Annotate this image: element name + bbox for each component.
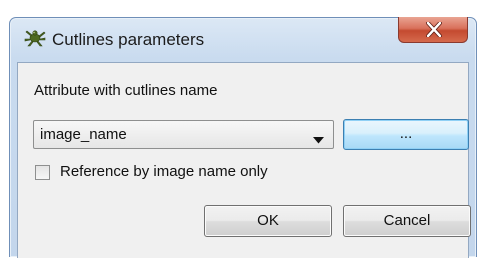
close-icon xyxy=(426,22,442,37)
dialog-window: Cutlines parameters Attribute with cutli… xyxy=(9,17,477,258)
cancel-button[interactable]: Cancel xyxy=(343,205,471,237)
reference-by-name-checkbox[interactable] xyxy=(35,165,50,180)
attribute-select-value: image_name xyxy=(40,126,127,143)
attribute-label: Attribute with cutlines name xyxy=(34,82,218,99)
close-button[interactable] xyxy=(398,17,468,43)
dialog-body: Attribute with cutlines name image_name … xyxy=(17,62,471,258)
plugin-icon xyxy=(24,28,46,48)
attribute-select[interactable]: image_name xyxy=(33,120,334,149)
chevron-down-icon xyxy=(313,131,324,149)
ok-button[interactable]: OK xyxy=(204,205,332,237)
title-bar[interactable]: Cutlines parameters xyxy=(10,17,476,54)
dialog-title: Cutlines parameters xyxy=(52,30,205,49)
reference-by-name-label[interactable]: Reference by image name only xyxy=(60,163,268,180)
browse-button[interactable]: ... xyxy=(343,119,469,150)
